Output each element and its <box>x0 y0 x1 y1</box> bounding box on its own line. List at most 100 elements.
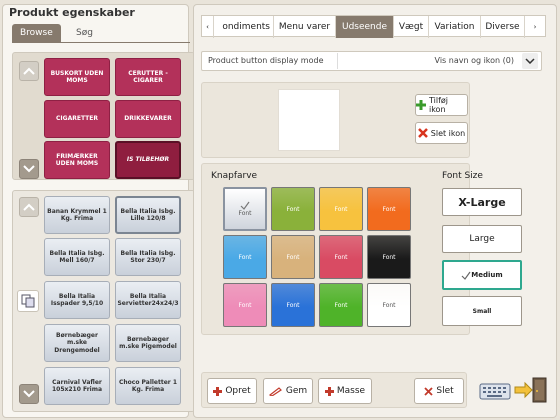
category-button[interactable]: CERUTTER - CIGARER <box>115 58 181 96</box>
chevron-down-icon <box>23 390 35 398</box>
keyboard-icon <box>479 383 511 400</box>
swatch-label: Font <box>238 210 252 217</box>
create-label: Opret <box>225 386 251 396</box>
mass-button[interactable]: Masse <box>318 378 372 404</box>
color-section-title: Knapfarve <box>211 171 258 181</box>
color-swatch[interactable]: Font <box>319 235 363 279</box>
tab-menu-items[interactable]: Menu varer <box>274 16 336 38</box>
product-button[interactable]: Bella Italia Isspader 9,5/10 <box>44 281 110 319</box>
plus-icon <box>324 386 334 396</box>
color-swatch[interactable]: Font <box>271 187 315 231</box>
display-mode-row: Product button display mode Vis navn og … <box>201 51 542 71</box>
tab-scroll-right-button[interactable]: › <box>525 16 545 38</box>
swatch-label: Font <box>334 301 348 309</box>
panel-title: Produkt egenskaber <box>9 6 135 19</box>
color-swatch[interactable]: Font <box>319 283 363 327</box>
add-icon-button[interactable]: Tilføj ikon <box>415 94 468 116</box>
font-size-small-label: Small <box>472 307 492 315</box>
color-swatch[interactable]: Font <box>271 283 315 327</box>
font-size-xlarge-label: X-Large <box>458 195 506 209</box>
swatch-label: Font <box>238 253 252 261</box>
font-size-xlarge-button[interactable]: X-Large <box>442 188 522 216</box>
icon-preview <box>278 89 340 151</box>
exit-button[interactable] <box>513 376 549 404</box>
category-button[interactable]: FRIMÆRKER UDEN MOMS <box>44 141 110 179</box>
color-swatch-selected[interactable]: Font <box>223 187 267 231</box>
font-size-title: Font Size <box>442 171 483 181</box>
save-label: Gem <box>285 386 308 396</box>
tab-variation[interactable]: Variation <box>429 16 481 38</box>
font-size-medium-button-selected[interactable]: Medium <box>442 260 522 290</box>
exit-door-icon <box>514 377 547 403</box>
tab-bar: ‹ ondiments Menu varer Udseende Vægt Var… <box>201 15 546 38</box>
mass-label: Masse <box>336 386 366 396</box>
category-scroll-up-button[interactable] <box>19 61 39 81</box>
save-button[interactable]: Gem <box>263 378 313 404</box>
color-swatch[interactable]: Font <box>367 187 411 231</box>
checkmark-icon <box>240 201 250 210</box>
category-scroll-down-button[interactable] <box>19 159 39 179</box>
chevron-up-icon <box>23 67 35 75</box>
color-swatch[interactable]: Font <box>367 283 411 327</box>
category-button[interactable]: BUSKORT UDEN MOMS <box>44 58 110 96</box>
create-button[interactable]: Opret <box>207 378 257 404</box>
product-button[interactable]: Børnebæger m.ske Pigemodel <box>115 324 181 362</box>
swatch-label: Font <box>382 301 396 309</box>
category-button[interactable]: CIGARETTER <box>44 100 110 138</box>
plus-icon <box>416 100 426 110</box>
chevron-down-icon <box>23 165 35 173</box>
tab-weight[interactable]: Vægt <box>394 16 429 38</box>
copy-icon <box>21 294 35 308</box>
delete-icon-button[interactable]: Slet ikon <box>415 122 468 144</box>
swatch-label: Font <box>382 205 396 213</box>
swatch-label: Font <box>334 253 348 261</box>
swatch-label: Font <box>334 205 348 213</box>
delete-button[interactable]: Slet <box>414 378 464 404</box>
tab-browse[interactable]: Browse <box>12 24 61 42</box>
display-mode-select[interactable]: Vis navn og ikon (0) <box>337 53 540 69</box>
color-swatch[interactable]: Font <box>319 187 363 231</box>
color-swatch[interactable]: Font <box>367 235 411 279</box>
tab-divider <box>12 42 190 43</box>
color-swatch[interactable]: Font <box>223 283 267 327</box>
product-scroll-up-button[interactable] <box>19 197 39 217</box>
display-mode-label: Product button display mode <box>208 56 324 65</box>
product-button[interactable]: Banan Krymmel 1 Kg. Frima <box>44 196 110 234</box>
chevron-down-icon <box>525 58 535 64</box>
product-button[interactable]: Carnival Vafler 105x210 Frima <box>44 367 110 405</box>
color-swatch[interactable]: Font <box>271 235 315 279</box>
delete-icon-label: Slet ikon <box>430 128 466 138</box>
product-button[interactable]: Bella Italia Isbg. Mell 160/7 <box>44 238 110 276</box>
product-button[interactable]: Bella Italia Servietter24x24/3 <box>115 281 181 319</box>
category-button[interactable]: DRIKKEVARER <box>115 100 181 138</box>
product-button[interactable]: Bella Italia Isbg. Stor 230/7 <box>115 238 181 276</box>
x-icon <box>417 128 428 138</box>
chevron-up-icon <box>23 203 35 211</box>
tab-search[interactable]: Søg <box>68 24 101 42</box>
checkmark-icon <box>461 271 471 280</box>
pencil-icon <box>268 386 282 396</box>
category-button-selected[interactable]: IS TILBEHØR <box>115 141 181 179</box>
font-size-large-label: Large <box>469 234 495 244</box>
tab-scroll-left-button[interactable]: ‹ <box>202 16 214 38</box>
dropdown-button[interactable] <box>522 53 538 69</box>
tab-appearance[interactable]: Udseende <box>336 16 394 38</box>
product-scroll-down-button[interactable] <box>19 384 39 404</box>
add-icon-label: Tilføj ikon <box>428 96 449 114</box>
product-button[interactable]: Choco Palletter 1 Kg. Frima <box>115 367 181 405</box>
font-size-medium-label: Medium <box>471 271 503 279</box>
delete-label: Slet <box>436 386 454 396</box>
color-swatch[interactable]: Font <box>223 235 267 279</box>
tab-condiments[interactable]: ondiments <box>214 16 274 38</box>
swatch-label: Font <box>286 253 300 261</box>
product-button-selected[interactable]: Bella Italia Isbg. Lille 120/8 <box>115 196 181 234</box>
tab-misc[interactable]: Diverse <box>481 16 525 38</box>
font-size-small-button[interactable]: Small <box>442 296 522 326</box>
swatch-label: Font <box>286 205 300 213</box>
copy-button[interactable] <box>17 290 39 312</box>
x-icon <box>424 386 433 396</box>
font-size-large-button[interactable]: Large <box>442 225 522 253</box>
swatch-label: Font <box>238 301 252 309</box>
product-button[interactable]: Børnebæger m.ske Drengemodel <box>44 324 110 362</box>
keyboard-button[interactable] <box>478 376 512 402</box>
